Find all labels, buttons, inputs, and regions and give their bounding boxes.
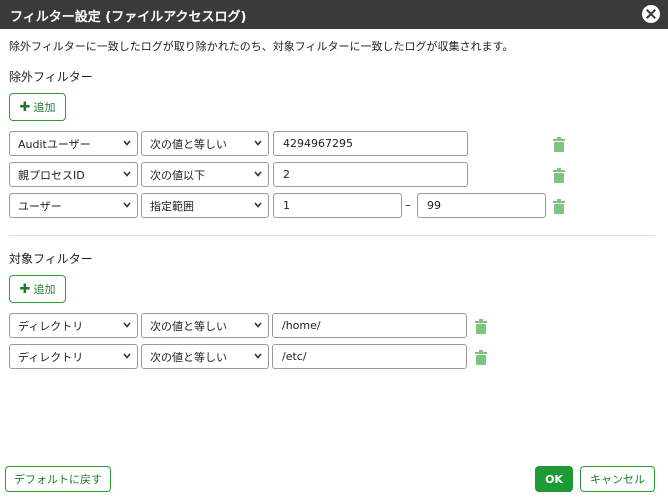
include-filter-title: 対象フィルター xyxy=(9,252,93,266)
include-row-1-field-value: ディレクトリ xyxy=(18,319,84,333)
include-row-1-field-select[interactable]: ディレクトリ xyxy=(9,313,138,338)
include-row-1-operator-value: 次の値と等しい xyxy=(150,319,227,333)
exclude-row-3-field-select[interactable]: ユーザー xyxy=(9,193,138,218)
include-row-2-value-text: /etc/ xyxy=(282,350,307,363)
exclude-row-2-operator-select[interactable]: 次の値以下 xyxy=(141,162,269,187)
chevron-down-icon xyxy=(254,171,262,177)
chevron-down-icon xyxy=(254,353,262,359)
exclude-row-2-field-select[interactable]: 親プロセスID xyxy=(9,162,138,187)
exclude-row-3-range-start-input[interactable]: 1 xyxy=(273,193,402,218)
exclude-row-2-field-value: 親プロセスID xyxy=(18,168,85,182)
chevron-down-icon xyxy=(123,353,131,359)
trash-icon[interactable] xyxy=(475,350,487,365)
exclude-row-3-range-end-input[interactable]: 99 xyxy=(417,193,546,218)
include-row-2-operator-value: 次の値と等しい xyxy=(150,350,227,364)
include-row-2-field-select[interactable]: ディレクトリ xyxy=(9,344,138,369)
exclude-row-3-operator-select[interactable]: 指定範囲 xyxy=(141,193,269,218)
include-row-1-value-input[interactable]: /home/ xyxy=(272,313,467,338)
reset-default-button[interactable]: デフォルトに戻す xyxy=(5,466,111,492)
include-row-1-value-text: /home/ xyxy=(282,319,321,332)
dialog-titlebar: フィルター設定 (ファイルアクセスログ) xyxy=(0,0,668,29)
trash-icon[interactable] xyxy=(553,137,565,152)
chevron-down-icon xyxy=(123,322,131,328)
chevron-down-icon xyxy=(254,202,262,208)
exclude-row-3-range-start-text: 1 xyxy=(283,199,290,212)
exclude-row-3-range-end-text: 99 xyxy=(427,199,441,212)
exclude-add-label: 追加 xyxy=(33,101,56,114)
exclude-row-2-value-input[interactable]: 2 xyxy=(273,162,468,187)
exclude-row-2-operator-value: 次の値以下 xyxy=(150,168,205,182)
include-add-button[interactable]: ✚ 追加 xyxy=(9,275,66,303)
include-row-2-operator-select[interactable]: 次の値と等しい xyxy=(141,344,269,369)
exclude-row-1-value-text: 4294967295 xyxy=(283,137,353,150)
cancel-label: キャンセル xyxy=(590,473,645,486)
dialog-title: フィルター設定 (ファイルアクセスログ) xyxy=(10,10,247,25)
exclude-row-1-value-input[interactable]: 4294967295 xyxy=(273,131,468,156)
plus-icon: ✚ xyxy=(19,99,31,115)
exclude-row-1-field-select[interactable]: Auditユーザー xyxy=(9,131,138,156)
exclude-row-3-field-value: ユーザー xyxy=(18,199,62,213)
include-add-label: 追加 xyxy=(33,283,56,296)
exclude-row-1-field-value: Auditユーザー xyxy=(18,137,91,151)
plus-icon: ✚ xyxy=(19,281,31,297)
ok-label: OK xyxy=(545,472,563,486)
chevron-down-icon xyxy=(123,171,131,177)
include-row-2-field-value: ディレクトリ xyxy=(18,350,84,364)
close-icon[interactable] xyxy=(642,5,660,23)
exclude-add-button[interactable]: ✚ 追加 xyxy=(9,93,66,121)
section-divider xyxy=(9,235,655,236)
exclude-row-3-operator-value: 指定範囲 xyxy=(150,199,194,213)
exclude-row-2-value-text: 2 xyxy=(283,168,290,181)
chevron-down-icon xyxy=(254,140,262,146)
exclude-row-1-operator-select[interactable]: 次の値と等しい xyxy=(141,131,269,156)
reset-default-label: デフォルトに戻す xyxy=(14,473,102,486)
exclude-filter-title: 除外フィルター xyxy=(9,70,93,84)
exclude-row-1-operator-value: 次の値と等しい xyxy=(150,137,227,151)
chevron-down-icon xyxy=(254,322,262,328)
include-row-2-value-input[interactable]: /etc/ xyxy=(272,344,467,369)
chevron-down-icon xyxy=(123,202,131,208)
dialog-description: 除外フィルターに一致したログが取り除かれたのち、対象フィルターに一致したログが収… xyxy=(9,40,514,53)
trash-icon[interactable] xyxy=(553,199,565,214)
range-separator: – xyxy=(405,198,411,212)
ok-button[interactable]: OK xyxy=(535,466,573,492)
trash-icon[interactable] xyxy=(475,319,487,334)
cancel-button[interactable]: キャンセル xyxy=(580,466,655,492)
include-row-1-operator-select[interactable]: 次の値と等しい xyxy=(141,313,269,338)
trash-icon[interactable] xyxy=(553,168,565,183)
chevron-down-icon xyxy=(123,140,131,146)
